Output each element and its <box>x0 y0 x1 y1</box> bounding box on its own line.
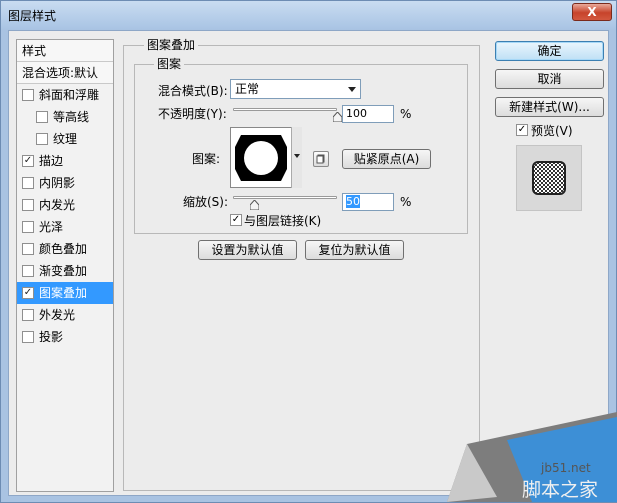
layer-style-dialog: 图层样式 X 样式 混合选项:默认 斜面和浮雕等高线纹理 ✓ 描边内阴影内发光光泽颜… <box>0 0 617 503</box>
style-checkbox[interactable] <box>36 133 48 145</box>
style-checkbox[interactable] <box>22 89 34 101</box>
styles-header[interactable]: 样式 <box>17 40 113 62</box>
cancel-button[interactable]: 取消 <box>495 69 604 89</box>
reset-default-button[interactable]: 复位为默认值 <box>305 240 404 260</box>
title-bar[interactable]: 图层样式 X <box>1 1 616 29</box>
style-checkbox[interactable] <box>22 243 34 255</box>
style-item-label: 等高线 <box>53 110 90 124</box>
style-item[interactable]: 渐变叠加 <box>17 260 113 282</box>
opacity-label: 不透明度(Y): <box>158 107 227 121</box>
style-item[interactable]: 内发光 <box>17 194 113 216</box>
scale-slider-thumb[interactable] <box>249 200 259 210</box>
style-item-label: 颜色叠加 <box>39 242 88 256</box>
style-checkbox[interactable] <box>22 221 34 233</box>
style-preview <box>516 145 582 211</box>
style-item[interactable]: 纹理 <box>17 128 113 150</box>
style-list: 样式 混合选项:默认 斜面和浮雕等高线纹理 ✓ 描边内阴影内发光光泽颜色叠加渐变叠加… <box>16 39 114 492</box>
pattern-label: 图案: <box>192 152 221 166</box>
set-default-button[interactable]: 设置为默认值 <box>198 240 297 260</box>
preview-checkbox[interactable]: ✓ <box>516 124 528 136</box>
style-item[interactable]: ✓ 图案叠加 <box>17 282 113 304</box>
opacity-slider[interactable] <box>233 108 337 111</box>
opacity-percent: % <box>400 107 412 121</box>
chevron-down-icon <box>294 154 300 158</box>
style-item[interactable]: 光泽 <box>17 216 113 238</box>
ok-button[interactable]: 确定 <box>495 41 604 61</box>
style-item[interactable]: 斜面和浮雕 <box>17 84 113 106</box>
style-item-label: 投影 <box>39 330 64 344</box>
snap-to-origin-button[interactable]: 贴紧原点(A) <box>342 149 431 169</box>
style-checkbox[interactable]: ✓ <box>22 155 34 167</box>
blend-mode-label: 混合模式(B): <box>158 84 228 98</box>
style-item[interactable]: ✓ 描边 <box>17 150 113 172</box>
scale-label: 缩放(S): <box>183 195 229 209</box>
style-item[interactable]: 等高线 <box>17 106 113 128</box>
pattern-dropdown-button[interactable] <box>291 127 302 188</box>
chevron-down-icon <box>348 87 356 92</box>
style-item-label: 外发光 <box>39 308 76 322</box>
pattern-swatch <box>231 128 291 187</box>
preview-label: 预览(V) <box>531 124 573 138</box>
style-item-label: 描边 <box>39 154 64 168</box>
check-icon: ✓ <box>517 124 527 135</box>
style-item-label: 图案叠加 <box>39 286 88 300</box>
close-button[interactable]: X <box>572 3 612 21</box>
style-item[interactable]: 外发光 <box>17 304 113 326</box>
style-item-label: 内发光 <box>39 198 76 212</box>
style-checkbox[interactable] <box>22 265 34 277</box>
new-preset-icon[interactable] <box>313 151 329 167</box>
style-item-label: 渐变叠加 <box>39 264 88 278</box>
style-checkbox[interactable] <box>22 177 34 189</box>
window-title: 图层样式 <box>8 9 57 23</box>
blend-mode-value: 正常 <box>235 82 260 96</box>
style-checkbox[interactable] <box>36 111 48 123</box>
style-item-label: 纹理 <box>53 132 78 146</box>
check-icon: ✓ <box>231 214 241 225</box>
style-checkbox[interactable]: ✓ <box>22 287 34 299</box>
scale-percent: % <box>400 195 412 209</box>
link-layer-label: 与图层链接(K) <box>244 214 322 228</box>
scale-value: 50 <box>346 195 360 208</box>
opacity-value: 100 <box>346 107 367 120</box>
style-item[interactable]: 颜色叠加 <box>17 238 113 260</box>
scale-input[interactable]: 50 <box>342 193 394 211</box>
blending-options-item[interactable]: 混合选项:默认 <box>17 62 113 84</box>
style-item[interactable]: 投影 <box>17 326 113 348</box>
style-checkbox[interactable] <box>22 199 34 211</box>
scale-slider[interactable] <box>233 196 337 199</box>
style-item[interactable]: 内阴影 <box>17 172 113 194</box>
preview-thumbnail <box>532 161 566 195</box>
page-icon <box>316 154 325 164</box>
style-checkbox[interactable] <box>22 309 34 321</box>
style-item-label: 光泽 <box>39 220 64 234</box>
opacity-input[interactable]: 100 <box>342 105 394 123</box>
new-style-button[interactable]: 新建样式(W)... <box>495 97 604 117</box>
pattern-subgroup-title: 图案 <box>154 55 185 72</box>
blend-mode-select[interactable]: 正常 <box>230 79 361 99</box>
pattern-overlay-title: 图案叠加 <box>144 36 199 53</box>
style-item-label: 内阴影 <box>39 176 76 190</box>
watermark-name: 脚本之家 <box>522 479 599 501</box>
style-item-label: 斜面和浮雕 <box>39 88 100 102</box>
watermark-url: jb51.net <box>541 461 591 475</box>
opacity-slider-thumb[interactable] <box>333 112 342 122</box>
style-checkbox[interactable] <box>22 331 34 343</box>
link-layer-checkbox[interactable]: ✓ <box>230 214 242 226</box>
